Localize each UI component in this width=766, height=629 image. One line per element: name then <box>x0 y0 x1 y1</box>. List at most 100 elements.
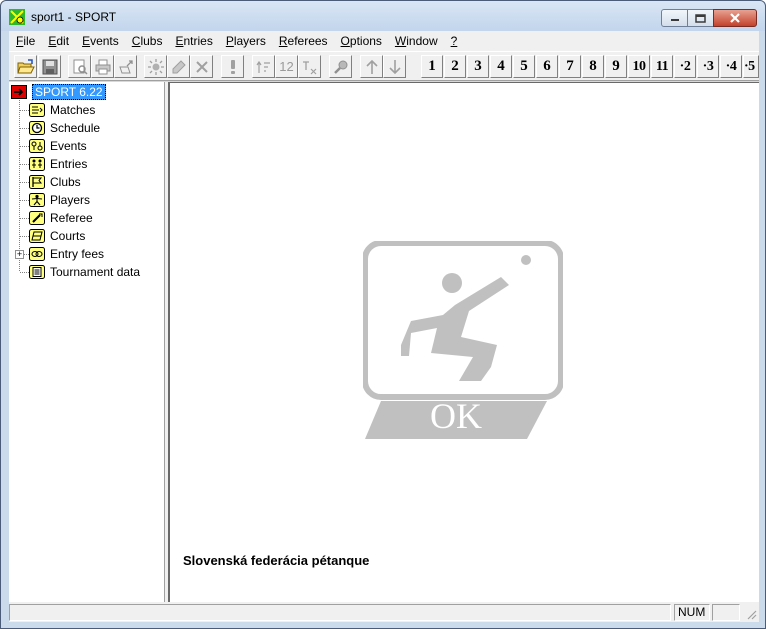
print-preview-icon <box>73 59 88 75</box>
sun-icon <box>147 58 164 75</box>
tree-item-players[interactable]: Players <box>29 191 90 209</box>
sun-button[interactable] <box>144 55 167 78</box>
main-view: OK Slovenská federácia pétanque <box>169 82 759 602</box>
status-bar: NUM <box>9 602 759 622</box>
search-button[interactable] <box>329 55 352 78</box>
tree-item-courts[interactable]: Courts <box>29 227 85 245</box>
tree-item-entries[interactable]: Entries <box>29 155 87 173</box>
text-icon <box>302 60 316 74</box>
group-11-button[interactable]: 11 <box>651 55 673 78</box>
tree-item-entry-fees[interactable]: Entry fees <box>29 245 104 263</box>
search-icon <box>333 60 347 74</box>
print-button[interactable] <box>91 55 114 78</box>
print-icon <box>95 59 110 74</box>
tree-item-schedule[interactable]: Schedule <box>29 119 100 137</box>
tournament-data-icon <box>29 265 45 280</box>
exclamation-icon <box>230 59 235 74</box>
tree-item-label: Tournament data <box>50 265 141 279</box>
tree-item-label: Entries <box>50 157 88 171</box>
export-icon <box>118 59 133 73</box>
group-1-button[interactable]: 1 <box>421 55 443 78</box>
tree-item-label: Schedule <box>50 121 101 135</box>
matches-icon <box>29 103 45 118</box>
group-9-button[interactable]: 9 <box>605 55 627 78</box>
app-logo-icon <box>9 9 25 25</box>
tree-item-matches[interactable]: Matches <box>29 101 95 119</box>
number-12-icon: 12 <box>279 59 294 74</box>
menu-players[interactable]: Players <box>219 31 272 51</box>
toolbar: 12 1 2 3 4 5 6 7 8 9 10 11 ·2 ·3 ·4 ·5 <box>9 51 759 81</box>
export-button[interactable] <box>114 55 137 78</box>
group-6-button[interactable]: 6 <box>536 55 558 78</box>
group-3-button[interactable]: 3 <box>467 55 489 78</box>
tree-root-label: SPORT 6.22 <box>32 84 106 100</box>
referee-whistle-icon <box>29 211 45 226</box>
players-icon <box>29 193 45 208</box>
save-button[interactable] <box>38 55 61 78</box>
tree-item-label: Clubs <box>50 175 81 189</box>
courts-icon <box>29 229 45 244</box>
status-message <box>9 604 671 621</box>
status-scroll-lock <box>712 604 740 621</box>
tree-item-referee[interactable]: Referee <box>29 209 93 227</box>
menu-edit[interactable]: Edit <box>41 31 75 51</box>
number-12-button[interactable]: 12 <box>275 55 298 78</box>
tree-expander-entry-fees[interactable]: + <box>15 250 24 259</box>
pencil-icon <box>172 59 186 73</box>
open-button[interactable] <box>14 55 37 78</box>
group-2-button[interactable]: 2 <box>444 55 466 78</box>
delete-button[interactable] <box>190 55 213 78</box>
group-10-button[interactable]: 10 <box>628 55 650 78</box>
menu-entries[interactable]: Entries <box>168 31 218 51</box>
client-area: SPORT 6.22 Matches Schedule Events Entri… <box>9 82 759 602</box>
menu-window[interactable]: Window <box>388 31 444 51</box>
tree-root[interactable]: SPORT 6.22 <box>11 83 106 101</box>
print-preview-button[interactable] <box>68 55 91 78</box>
app-window: sport1 - SPORT File Edit Events Clubs En… <box>0 0 766 629</box>
group-dot-3-button[interactable]: ·3 <box>697 55 719 78</box>
tree-item-label: Events <box>50 139 87 153</box>
clubs-flag-icon <box>29 175 45 190</box>
menu-help[interactable]: ? <box>444 31 464 51</box>
maximize-button[interactable] <box>687 9 714 27</box>
maximize-icon <box>695 13 706 23</box>
menu-clubs[interactable]: Clubs <box>125 31 169 51</box>
menu-referees[interactable]: Referees <box>272 31 334 51</box>
root-arrow-icon <box>11 85 27 100</box>
menu-bar: File Edit Events Clubs Entries Players R… <box>9 31 759 51</box>
alert-button[interactable] <box>221 55 244 78</box>
tree-guide-line <box>19 100 20 271</box>
group-dot-2-button[interactable]: ·2 <box>674 55 696 78</box>
tree-item-events[interactable]: Events <box>29 137 87 155</box>
group-dot-4-button[interactable]: ·4 <box>720 55 742 78</box>
events-icon <box>29 139 45 154</box>
tree-item-tournament-data[interactable]: Tournament data <box>29 263 140 281</box>
tree-item-clubs[interactable]: Clubs <box>29 173 81 191</box>
resize-grip-icon[interactable] <box>745 608 757 620</box>
logo-ok-text: OK <box>430 396 482 436</box>
close-button[interactable] <box>713 9 757 27</box>
move-down-button[interactable] <box>383 55 406 78</box>
navigation-tree[interactable]: SPORT 6.22 Matches Schedule Events Entri… <box>9 82 165 602</box>
title-bar[interactable]: sport1 - SPORT <box>1 1 765 31</box>
tree-item-label: Matches <box>50 103 96 117</box>
status-num-lock: NUM <box>674 604 710 621</box>
group-5-button[interactable]: 5 <box>513 55 535 78</box>
entries-icon <box>29 157 45 172</box>
group-8-button[interactable]: 8 <box>582 55 604 78</box>
menu-options[interactable]: Options <box>334 31 388 51</box>
minimize-button[interactable] <box>661 9 688 27</box>
menu-file[interactable]: File <box>9 31 41 51</box>
group-4-button[interactable]: 4 <box>490 55 512 78</box>
delete-x-icon <box>195 60 208 73</box>
edit-button[interactable] <box>167 55 190 78</box>
save-icon <box>42 59 57 74</box>
group-7-button[interactable]: 7 <box>559 55 581 78</box>
sort-button[interactable] <box>252 55 275 78</box>
group-dot-5-button[interactable]: ·5 <box>743 55 759 78</box>
move-up-button[interactable] <box>360 55 383 78</box>
text-button[interactable] <box>298 55 321 78</box>
tree-item-label: Courts <box>50 229 86 243</box>
menu-events[interactable]: Events <box>75 31 125 51</box>
tree-item-label: Referee <box>50 211 93 225</box>
